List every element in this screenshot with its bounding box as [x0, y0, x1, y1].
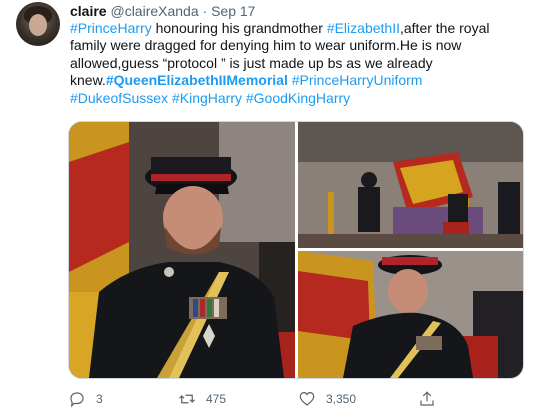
- tweet-text-segment: [422, 72, 426, 88]
- avatar-face: [29, 14, 47, 36]
- hashtag-link[interactable]: #DukeofSussex: [70, 90, 168, 106]
- retweet-icon: [179, 394, 195, 404]
- hashtag-link[interactable]: #KingHarry: [172, 90, 242, 106]
- tweet-header: claire @claireXanda · Sep 17: [70, 2, 255, 20]
- hashtag-link[interactable]: #ElizabethII: [327, 20, 400, 36]
- tweet-text-segment: honouring his grandmother: [151, 20, 327, 36]
- share-icon: [420, 391, 434, 406]
- like-button[interactable]: 3,350: [298, 388, 356, 410]
- user-handle[interactable]: @claireXanda: [110, 3, 198, 19]
- photo-2-illustration: [298, 122, 523, 248]
- retweet-count: 475: [206, 392, 227, 406]
- like-count: 3,350: [326, 392, 357, 406]
- hashtag-link[interactable]: #GoodKingHarry: [246, 90, 350, 106]
- hashtag-link[interactable]: #PrinceHarry: [70, 20, 152, 36]
- share-button[interactable]: [418, 388, 436, 410]
- reply-count: 3: [96, 392, 103, 406]
- photo-vigil-wide[interactable]: [298, 122, 523, 248]
- photo-harry-profile[interactable]: [298, 251, 523, 378]
- tweet[interactable]: claire @claireXanda · Sep 17 #PrinceHarr…: [0, 0, 540, 414]
- display-name[interactable]: claire: [70, 3, 107, 19]
- photo-3-illustration: [298, 251, 523, 378]
- reply-button[interactable]: 3: [68, 388, 103, 410]
- media-grid: [68, 121, 524, 379]
- reply-icon: [70, 392, 84, 408]
- retweet-button[interactable]: 475: [178, 388, 226, 410]
- hashtag-link[interactable]: #PrinceHarryUniform: [292, 72, 423, 88]
- separator-dot: ·: [202, 3, 208, 19]
- photo-prince-harry-closeup[interactable]: [69, 122, 295, 378]
- avatar[interactable]: [16, 2, 60, 46]
- photo-1-illustration: [69, 122, 295, 378]
- tweet-date[interactable]: Sep 17: [211, 3, 255, 19]
- hashtag-link[interactable]: #QueenElizabethIIMemorial: [106, 72, 288, 88]
- tweet-text: #PrinceHarry honouring his grandmother #…: [70, 20, 522, 107]
- heart-icon: [299, 392, 315, 406]
- tweet-actions: 3 475 3,350: [68, 388, 522, 410]
